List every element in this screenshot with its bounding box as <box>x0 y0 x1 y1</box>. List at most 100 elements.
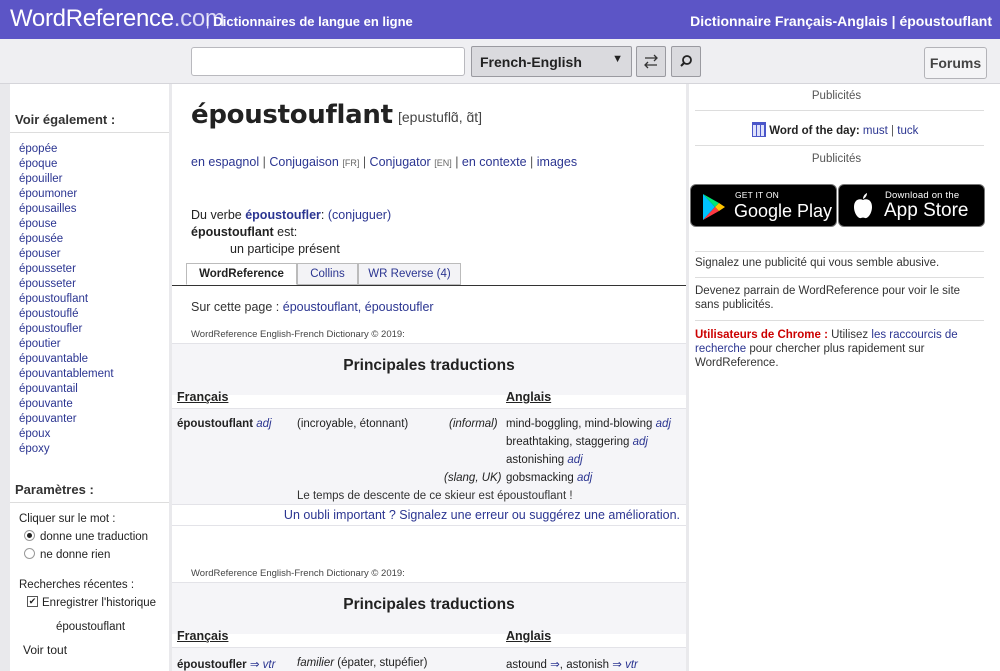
tab-wr-reverse[interactable]: WR Reverse (4) <box>358 263 461 285</box>
section-title-2: Principales traductions <box>343 596 515 613</box>
chevron-down-icon: ▼ <box>612 53 623 65</box>
link-separator: | <box>530 155 534 169</box>
link-conjugaison[interactable]: Conjugaison [FR] <box>269 155 359 169</box>
search-bar: French-English ▼ Forums <box>0 39 1000 84</box>
wotd-word[interactable]: must <box>863 125 888 137</box>
see-also-item[interactable]: époustouflant <box>19 292 114 307</box>
on-page-label: Sur cette page : <box>191 300 280 314</box>
see-also-item[interactable]: épouvantail <box>19 382 114 397</box>
link-separator: | <box>262 155 266 169</box>
divider <box>695 320 984 321</box>
sponsor-link[interactable]: Devenez parrain de WordReference pour vo… <box>695 284 965 312</box>
main-content: époustouflant [epustuflɑ̃, ɑ̃t] en espag… <box>172 84 686 671</box>
site-header: WordReference.com | Dictionnaires de lang… <box>0 0 1000 39</box>
params-heading: Paramètres : <box>15 482 94 497</box>
google-play-icon <box>703 194 725 220</box>
tagline-text: Dictionnaires de langue en ligne <box>213 14 413 29</box>
divider <box>172 525 686 526</box>
site-logo[interactable]: WordReference.com <box>10 5 225 33</box>
see-also-item[interactable]: épousailles <box>19 202 114 217</box>
report-error-link[interactable]: Un oubli important ? Signalez une erreur… <box>284 508 680 522</box>
link-separator: | <box>455 155 459 169</box>
translation: breathtaking, staggering adj <box>506 436 648 448</box>
column-french: Français <box>177 629 229 643</box>
see-all-link[interactable]: Voir tout <box>23 643 67 657</box>
link-separator: | <box>362 155 367 169</box>
radio-nothing[interactable] <box>24 548 35 559</box>
see-also-item[interactable]: épopée <box>19 142 114 157</box>
see-also-item[interactable]: époustoufler <box>19 322 114 337</box>
app-store-button[interactable]: Download on the App Store <box>838 184 985 227</box>
search-input[interactable] <box>191 47 465 76</box>
see-also-item[interactable]: épousseter <box>19 262 114 277</box>
click-word-label: Cliquer sur le mot : <box>19 513 116 525</box>
search-button[interactable] <box>671 46 701 77</box>
see-also-item[interactable]: épouse <box>19 217 114 232</box>
see-also-item[interactable]: épousée <box>19 232 114 247</box>
right-sidebar: Publicités Word of the day: must | tuck … <box>689 84 1000 671</box>
column-english: Anglais <box>506 629 552 643</box>
tagline-separator: | <box>206 14 210 29</box>
chrome-pre: Utilisez <box>831 329 869 341</box>
see-also-item[interactable]: époustouflé <box>19 307 114 322</box>
verb-origin: Du verbe époustoufler: (conjuguer) <box>191 208 391 222</box>
see-also-item[interactable]: épouser <box>19 247 114 262</box>
link-spanish[interactable]: en espagnol <box>191 155 259 169</box>
see-also-item[interactable]: époutier <box>19 337 114 352</box>
google-play-button[interactable]: GET IT ON Google Play <box>690 184 837 227</box>
apple-icon <box>854 193 872 219</box>
translation: astonishing adj <box>506 454 583 466</box>
entry-links: en espagnol | Conjugaison [FR] | Conjuga… <box>191 155 577 169</box>
divider <box>10 502 169 503</box>
word-of-the-day: Word of the day: must | tuck <box>752 122 918 137</box>
link-conjugator[interactable]: Conjugator [EN] <box>370 155 452 169</box>
divider <box>695 277 984 278</box>
see-also-item[interactable]: épouiller <box>19 172 114 187</box>
see-also-item[interactable]: épousseter <box>19 277 114 292</box>
column-english: Anglais <box>506 390 552 404</box>
report-ad-link[interactable]: Signalez une publicité qui vous semble a… <box>695 256 975 270</box>
tab-collins[interactable]: Collins <box>297 263 358 285</box>
verb-prefix: Du verbe <box>191 208 242 222</box>
register-informal: (informal) <box>449 418 498 430</box>
swap-languages-button[interactable] <box>636 46 666 77</box>
est-line: époustouflant est: <box>191 225 297 239</box>
see-also-item[interactable]: épouvante <box>19 397 114 412</box>
pronunciation: [epustuflɑ̃, ɑ̃t] <box>398 109 483 125</box>
wotd-word[interactable]: tuck <box>897 125 918 137</box>
see-also-item[interactable]: époux <box>19 427 114 442</box>
copyright-2: WordReference English-French Dictionary … <box>191 568 405 579</box>
verb-link[interactable]: époustoufler <box>245 208 321 222</box>
google-big-text: Google Play <box>734 201 833 221</box>
divider <box>10 132 169 133</box>
radio-nothing-label: ne donne rien <box>40 549 111 561</box>
wotd-separator: | <box>891 125 895 137</box>
save-history-checkbox[interactable]: ✔ <box>27 596 38 607</box>
see-also-item[interactable]: époumoner <box>19 187 114 202</box>
copyright-1: WordReference English-French Dictionary … <box>191 329 405 340</box>
forums-button[interactable]: Forums <box>924 47 987 79</box>
save-history-label: Enregistrer l'historique <box>42 597 157 609</box>
on-page-links[interactable]: époustouflant, époustoufler <box>283 300 434 314</box>
see-also-item[interactable]: époxy <box>19 442 114 457</box>
ads-label: Publicités <box>811 90 862 102</box>
page-title: Dictionnaire Français-Anglais | époustou… <box>690 13 992 29</box>
tab-wordreference[interactable]: WordReference <box>186 263 297 285</box>
recent-search-item[interactable]: époustouflant <box>56 621 125 633</box>
see-also-item[interactable]: épouvantablement <box>19 367 114 382</box>
see-also-item[interactable]: épouvanter <box>19 412 114 427</box>
radio-translate[interactable] <box>24 530 35 541</box>
link-context[interactable]: en contexte <box>462 155 527 169</box>
register-slang: (slang, UK) <box>444 472 502 484</box>
radio-translate-label: donne une traduction <box>40 531 149 543</box>
verb-colon: : <box>320 208 325 222</box>
link-images[interactable]: images <box>537 155 577 169</box>
conjugate-link[interactable]: (conjuguer) <box>328 208 391 222</box>
see-also-item[interactable]: époque <box>19 157 114 172</box>
see-also-item[interactable]: épouvantable <box>19 352 114 367</box>
participle-note: un participe présent <box>230 242 340 256</box>
section-title-1: Principales traductions <box>343 357 515 374</box>
sense-note: familier (épater, stupéfier) <box>297 657 428 669</box>
language-select[interactable]: French-English ▼ <box>471 46 632 77</box>
translation: mind-boggling, mind-blowing adj <box>506 418 671 430</box>
